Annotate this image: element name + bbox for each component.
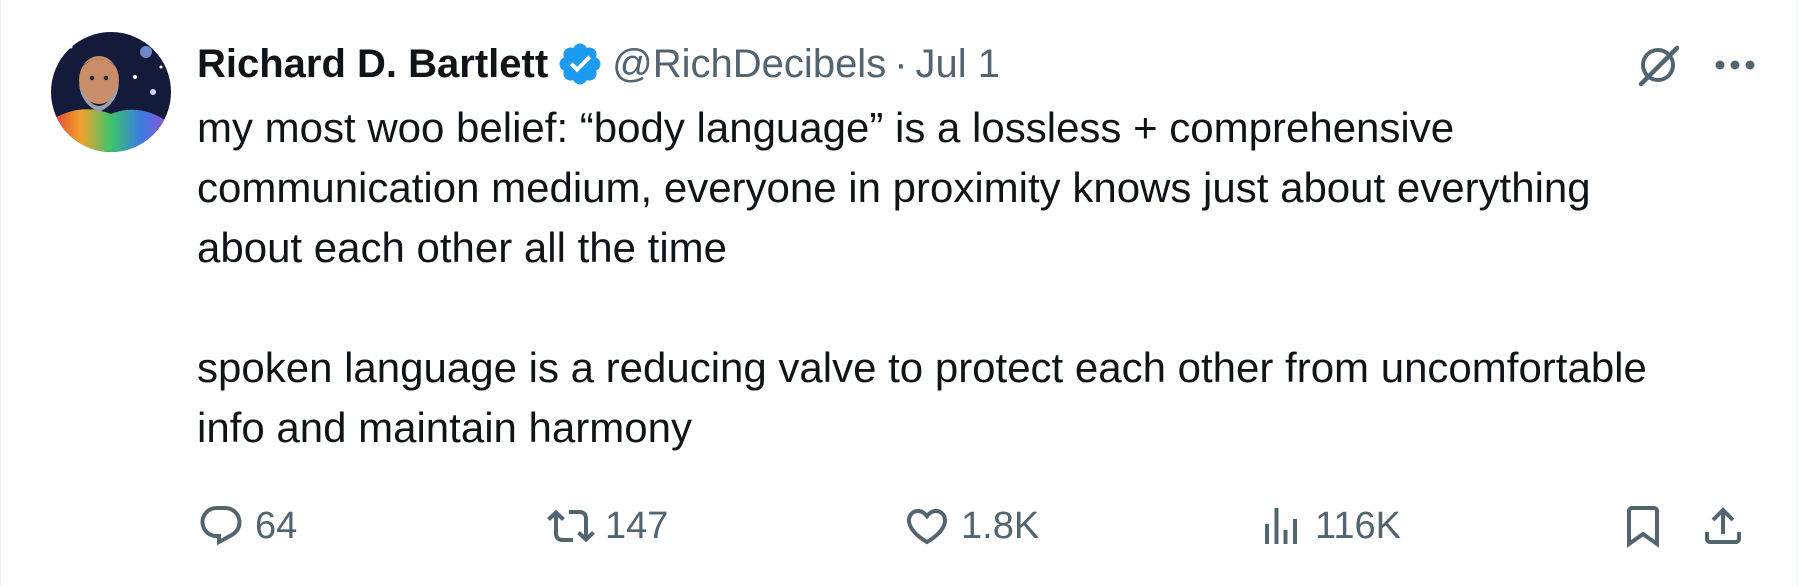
verified-badge-icon[interactable]	[556, 40, 604, 88]
like-button[interactable]: 1.8K	[903, 496, 1039, 556]
reply-button[interactable]: 64	[197, 496, 297, 556]
like-count: 1.8K	[961, 504, 1040, 547]
like-icon	[903, 502, 951, 550]
views-count: 116K	[1315, 504, 1401, 547]
reply-icon	[197, 502, 245, 550]
author-handle[interactable]: @RichDecibels	[612, 36, 886, 92]
tweet-header: Richard D. Bartlett @RichDecibels · Jul …	[197, 36, 1000, 92]
tweet-text: my most woo belief: “body language” is a…	[197, 104, 1647, 451]
bookmark-icon	[1619, 502, 1667, 550]
repost-icon	[547, 502, 595, 550]
tweet-card[interactable]: Richard D. Bartlett @RichDecibels · Jul …	[0, 0, 1798, 586]
repost-count: 147	[605, 504, 669, 547]
header-separator: ·	[894, 42, 908, 86]
share-button[interactable]	[1699, 496, 1747, 556]
tweet-actions-bar: 64 147 1.8K 116K	[197, 496, 1747, 556]
display-name[interactable]: Richard D. Bartlett	[197, 36, 548, 92]
reply-count: 64	[255, 504, 298, 547]
avatar[interactable]	[51, 32, 171, 152]
bookmark-button[interactable]	[1619, 496, 1667, 556]
repost-button[interactable]: 147	[547, 496, 668, 556]
tweet-top-actions	[1633, 40, 1757, 90]
views-icon	[1257, 502, 1305, 550]
views-button[interactable]: 116K	[1257, 496, 1401, 556]
grok-icon[interactable]	[1633, 40, 1683, 90]
more-icon[interactable]	[1713, 55, 1757, 75]
tweet-date[interactable]: Jul 1	[916, 36, 1001, 92]
share-icon	[1699, 502, 1747, 550]
avatar-image	[51, 32, 171, 152]
